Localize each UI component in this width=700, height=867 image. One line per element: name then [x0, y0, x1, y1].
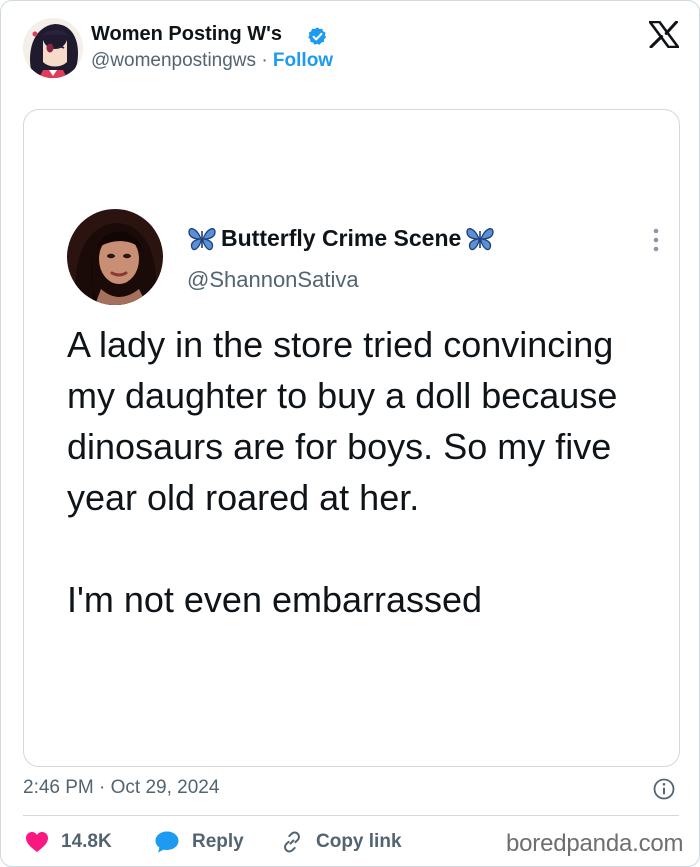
tweet-embed-card: Women Posting W's @womenpostingws · Foll…	[0, 0, 700, 867]
verified-badge-icon	[308, 27, 327, 45]
speech-bubble-icon	[155, 831, 179, 853]
separator-dot: ·	[261, 50, 268, 71]
heart-icon	[26, 832, 48, 852]
tweet-timestamp[interactable]: 2:46 PM · Oct 29, 2024	[23, 777, 219, 799]
copy-link-label: Copy link	[316, 831, 402, 852]
embedded-display-name: Butterfly Crime Scene	[221, 225, 462, 251]
embedded-author-avatar	[67, 209, 163, 305]
watermark: boredpanda.com	[506, 830, 684, 857]
embedded-handle: @ShannonSativa	[187, 267, 359, 292]
kebab-menu-icon	[653, 228, 659, 252]
author-handle[interactable]: @womenpostingws	[91, 50, 256, 71]
reply-button[interactable]: Reply	[154, 827, 244, 857]
like-button[interactable]: 14.8K	[25, 827, 112, 857]
info-icon[interactable]	[653, 778, 675, 800]
link-icon	[284, 831, 300, 853]
author-avatar[interactable]	[23, 18, 83, 78]
butterfly-icon	[188, 227, 216, 250]
x-logo-icon[interactable]	[649, 21, 679, 48]
embedded-tweet-text: A lady in the store tried convincing my …	[67, 324, 618, 620]
like-count: 14.8K	[61, 831, 112, 852]
copy-link-button[interactable]: Copy link	[280, 827, 402, 857]
author-handle-line: @womenpostingws · Follow	[91, 50, 333, 72]
embedded-display-name-row: Butterfly Crime Scene	[187, 225, 495, 252]
follow-button[interactable]: Follow	[273, 50, 333, 71]
reply-label: Reply	[192, 831, 244, 852]
butterfly-icon	[466, 227, 494, 250]
author-display-name[interactable]: Women Posting W's	[91, 23, 282, 46]
divider	[23, 815, 679, 816]
embedded-tweet-image[interactable]: Butterfly Crime Scene @ShannonSativa A l…	[23, 109, 680, 767]
